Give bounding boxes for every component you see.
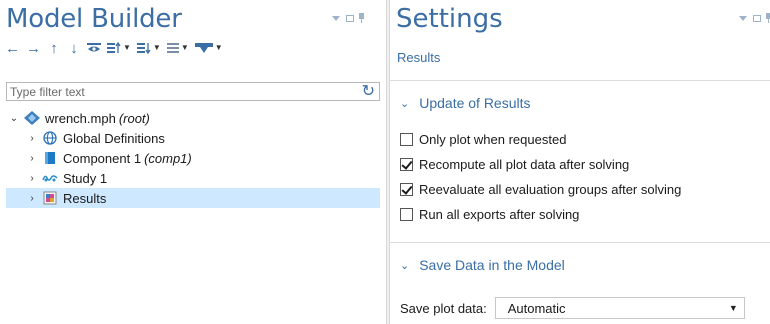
model-builder-panel: Model Builder ← → ↑ ↓ ▼ ▼ ▼ ▼ ↻ xyxy=(0,0,386,324)
show-icon[interactable] xyxy=(87,39,101,57)
tree-node-label: Global Definitions xyxy=(63,130,165,146)
checkbox[interactable] xyxy=(400,183,413,196)
model-icon xyxy=(24,111,40,125)
section-title: Update of Results xyxy=(419,95,531,111)
model-tree: ⌄ wrench.mph (root) › Global Definitions… xyxy=(6,108,380,208)
tree-node-label: Study 1 xyxy=(63,170,108,186)
view-menu-icon[interactable] xyxy=(739,15,748,21)
settings-window-controls xyxy=(739,13,770,23)
checkbox[interactable] xyxy=(400,158,413,171)
add-node-icon[interactable]: ▼ xyxy=(194,39,223,57)
view-menu-icon[interactable] xyxy=(332,15,341,21)
section-update-of-results[interactable]: ⌄ Update of Results xyxy=(400,95,531,111)
filter-field[interactable]: ↻ xyxy=(6,82,380,101)
save-plot-data-row: Save plot data: Automatic ▼ xyxy=(400,297,745,319)
model-builder-toolbar: ← → ↑ ↓ ▼ ▼ ▼ ▼ xyxy=(5,38,223,58)
sort-down-icon[interactable]: ▼ xyxy=(136,39,161,57)
pin-icon[interactable] xyxy=(766,13,770,23)
chevron-right-icon[interactable]: › xyxy=(26,153,38,164)
checkbox-label: Reevaluate all evaluation groups after s… xyxy=(419,182,682,197)
component-icon xyxy=(42,151,58,165)
arrow-left-icon[interactable]: ← xyxy=(5,39,20,57)
chevron-down-icon: ⌄ xyxy=(400,97,410,110)
checkbox-only-plot-when-requested[interactable]: Only plot when requested xyxy=(400,132,566,147)
arrow-down-icon[interactable]: ↓ xyxy=(67,39,81,57)
maximize-icon[interactable] xyxy=(753,14,761,22)
arrow-up-icon[interactable]: ↑ xyxy=(47,39,61,57)
tree-node-tag: (comp1) xyxy=(144,150,192,166)
model-builder-title: Model Builder xyxy=(6,4,182,34)
divider xyxy=(390,242,770,243)
chevron-down-icon: ▼ xyxy=(728,303,738,313)
checkbox-label: Only plot when requested xyxy=(419,132,567,147)
tree-node-tag: (root) xyxy=(118,110,150,126)
tree-node-component-1[interactable]: › Component 1 (comp1) xyxy=(6,148,380,168)
chevron-down-icon: ▼ xyxy=(214,43,223,52)
chevron-right-icon[interactable]: › xyxy=(26,133,38,144)
arrow-right-icon[interactable]: → xyxy=(26,39,41,57)
tree-node-study-1[interactable]: › Study 1 xyxy=(6,168,380,188)
chevron-down-icon: ▼ xyxy=(152,43,161,52)
tree-node-label: wrench.mph xyxy=(45,110,116,126)
checkbox[interactable] xyxy=(400,133,413,146)
tree-node-label: Component 1 xyxy=(63,150,142,166)
settings-panel: Settings Results ⌄ Update of Results Onl… xyxy=(390,0,770,324)
refresh-icon[interactable]: ↻ xyxy=(362,83,375,100)
globe-icon xyxy=(42,131,58,145)
checkbox-label: Run all exports after solving xyxy=(419,207,580,222)
tree-node-global-definitions[interactable]: › Global Definitions xyxy=(6,128,380,148)
list-icon[interactable]: ▼ xyxy=(166,39,189,57)
checkbox-run-all-exports[interactable]: Run all exports after solving xyxy=(400,207,579,222)
results-icon xyxy=(42,191,58,205)
select-value: Automatic xyxy=(507,300,566,316)
chevron-right-icon[interactable]: › xyxy=(26,193,38,204)
filter-input[interactable] xyxy=(7,83,347,100)
settings-title: Settings xyxy=(396,4,503,34)
save-plot-data-select[interactable]: Automatic ▼ xyxy=(494,297,745,319)
settings-subtitle: Results xyxy=(397,50,441,65)
tree-node-label: Results xyxy=(63,190,107,206)
tree-node-root[interactable]: ⌄ wrench.mph (root) xyxy=(6,108,380,128)
study-icon xyxy=(42,171,58,185)
checkbox-label: Recompute all plot data after solving xyxy=(419,157,630,172)
chevron-right-icon[interactable]: › xyxy=(26,173,38,184)
maximize-icon[interactable] xyxy=(346,14,354,22)
divider xyxy=(390,80,770,81)
section-title: Save Data in the Model xyxy=(419,257,565,273)
section-save-data-in-model[interactable]: ⌄ Save Data in the Model xyxy=(400,257,565,273)
chevron-down-icon: ▼ xyxy=(180,43,189,52)
chevron-down-icon: ▼ xyxy=(123,43,131,52)
checkbox-reevaluate-evaluation-groups[interactable]: Reevaluate all evaluation groups after s… xyxy=(400,182,681,197)
model-builder-window-controls xyxy=(332,13,364,23)
save-plot-data-label: Save plot data: xyxy=(400,300,487,316)
checkbox[interactable] xyxy=(400,208,413,221)
chevron-down-icon[interactable]: ⌄ xyxy=(8,113,20,124)
chevron-down-icon: ⌄ xyxy=(400,259,410,272)
pin-icon[interactable] xyxy=(359,13,364,23)
tree-node-results[interactable]: › Results xyxy=(6,188,380,208)
checkbox-recompute-plot-data[interactable]: Recompute all plot data after solving xyxy=(400,157,629,172)
sort-up-icon[interactable]: ▼ xyxy=(107,39,131,57)
